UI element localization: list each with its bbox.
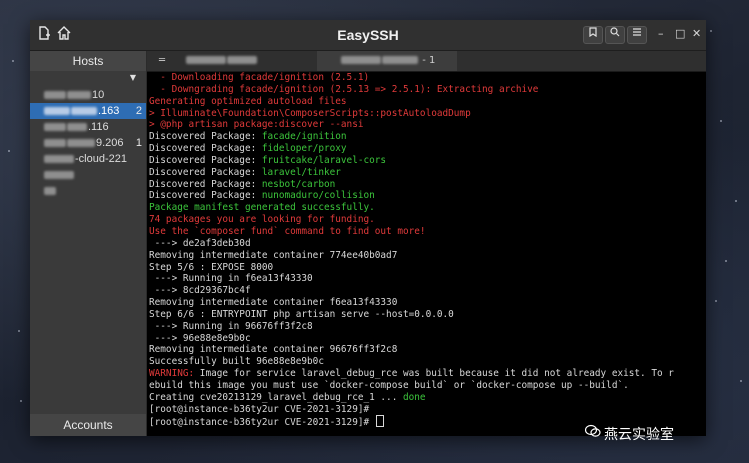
terminal-line: - Downloading facade/ignition (2.5.1) (149, 72, 370, 83)
terminal-line: - Downgrading facade/ignition (2.5.13 =>… (149, 83, 539, 95)
title-bar: EasySSH – □ ✕ (30, 20, 706, 51)
terminal-line: Generating optimized autoload files (149, 95, 347, 107)
terminal-line: Package manifest generated successfully. (149, 202, 375, 214)
easyssh-window: EasySSH – □ ✕ Hosts ▼ 10 .163 2 .116 9.2… (30, 20, 706, 436)
terminal-line: Removing intermediate container 96676ff3… (149, 344, 398, 356)
terminal-line: ---> Running in 96676ff3f2c8 (149, 320, 313, 332)
terminal-line: ---> 8cd29367bc4f (149, 285, 251, 297)
star (725, 260, 727, 262)
terminal-line: > @php artisan package:discover --ansi (149, 119, 364, 131)
terminal-line: 74 packages you are looking for funding. (149, 214, 375, 226)
terminal-line: Step 6/6 : ENTRYPOINT php artisan serve … (149, 308, 454, 320)
close-button[interactable]: ✕ (692, 28, 701, 40)
star (735, 200, 737, 202)
hosts-header: Hosts (30, 51, 146, 71)
session-tab-active[interactable]: - 1 (317, 51, 457, 71)
star (740, 380, 742, 382)
terminal-line: Discovered Package: fideloper/proxy (149, 143, 347, 155)
terminal-line: ebuild this image you must use `docker-c… (149, 379, 629, 391)
terminal-line: ---> Running in f6ea13f43330 (149, 273, 313, 285)
terminal-line: WARNING: Image for service laravel_debug… (149, 368, 674, 380)
search-icon[interactable] (605, 26, 625, 44)
terminal-line: Discovered Package: fruitcake/laravel-co… (149, 154, 387, 166)
watermark-text: 燕云实验室 (604, 427, 674, 443)
terminal-line: ---> de2af3deb30d (149, 237, 251, 249)
star (8, 150, 10, 152)
host-list: 10 .163 2 .116 9.206 1 -cloud-221 (30, 87, 146, 199)
host-item[interactable]: 9.206 1 (30, 135, 146, 151)
wechat-icon (584, 424, 601, 438)
terminal-line: Use the `composer fund` command to find … (149, 225, 426, 237)
bookmark-icon[interactable] (583, 26, 603, 44)
host-item[interactable] (30, 167, 146, 183)
terminal-line: Successfully built 96e88e8e9b0c (149, 356, 324, 368)
accounts-footer[interactable]: Accounts (30, 414, 146, 436)
terminal-line: Discovered Package: facade/ignition (149, 131, 347, 143)
host-item[interactable]: -cloud-221 (30, 151, 146, 167)
host-item-selected[interactable]: .163 2 (30, 103, 146, 119)
minimize-button[interactable]: – (658, 28, 664, 40)
hosts-sidebar: Hosts ▼ 10 .163 2 .116 9.206 1 -cloud-22… (30, 51, 146, 436)
terminal-line: Removing intermediate container f6ea13f4… (149, 297, 398, 309)
terminal-line: Discovered Package: nesbot/carbon (149, 178, 336, 190)
terminal-line: Creating cve20213129_laravel_debug_rce_1… (149, 391, 426, 403)
star (715, 300, 717, 302)
terminal-line: Removing intermediate container 774ee40b… (149, 249, 398, 261)
terminal-line: Discovered Package: laravel/tinker (149, 166, 341, 178)
terminal-line: > Illuminate\Foundation\ComposerScripts:… (149, 107, 471, 119)
dropdown-arrow-icon[interactable]: ▼ (130, 73, 136, 82)
terminal-line: Discovered Package: nunomaduro/collision (149, 190, 375, 202)
star (710, 30, 712, 32)
terminal-cursor (375, 415, 384, 428)
terminal-line: ---> 96e88e8e9b0c (149, 332, 251, 344)
host-item[interactable] (30, 183, 146, 199)
star (18, 330, 20, 332)
menu-icon[interactable] (627, 26, 647, 44)
star (720, 120, 722, 122)
host-item[interactable]: 10 (30, 87, 146, 103)
terminal-output[interactable]: - Downloading facade/ignition (2.5.1) - … (147, 72, 706, 436)
host-item[interactable]: .116 (30, 119, 146, 135)
session-tabs: ═ - 1 (147, 51, 706, 72)
star (20, 400, 22, 402)
terminal-line: Step 5/6 : EXPOSE 8000 (149, 261, 274, 273)
terminal-line: [root@instance-b36ty2ur CVE-2021-3129]# (149, 403, 370, 415)
star (12, 60, 14, 62)
session-tab[interactable]: ═ (147, 51, 317, 71)
maximize-button[interactable]: □ (675, 28, 685, 40)
